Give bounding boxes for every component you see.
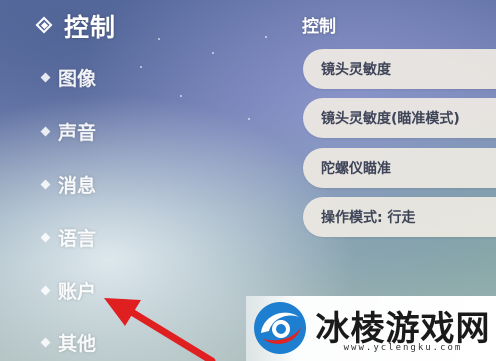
diamond-bullet-icon (40, 179, 51, 189)
swirl-logo-icon (254, 302, 306, 354)
setting-label: 镜头灵敏度(瞄准模式) (321, 111, 460, 127)
background-star (158, 38, 160, 40)
sidebar-item-message[interactable]: 消息 (34, 168, 96, 200)
sidebar-item-image[interactable]: 图像 (34, 61, 96, 93)
sidebar-item-other[interactable]: 其他 (34, 326, 96, 358)
setting-label: 陀螺仪瞄准 (321, 161, 391, 177)
sidebar-item-label: 账户 (58, 280, 97, 303)
sidebar-title: 控制 (64, 13, 117, 42)
setting-camera-sensitivity[interactable]: 镜头灵敏度 (303, 49, 496, 89)
background-star (180, 95, 182, 97)
setting-label: 镜头灵敏度 (321, 62, 391, 78)
diamond-bullet-icon (40, 337, 51, 347)
diamond-outline-icon (34, 15, 56, 37)
sidebar-header[interactable]: 控制 (34, 9, 116, 43)
background-star (265, 36, 267, 38)
setting-label: 操作模式: 行走 (321, 210, 416, 226)
diamond-bullet-icon (40, 285, 51, 295)
sidebar-item-label: 其他 (58, 332, 97, 355)
sidebar-item-sound[interactable]: 声音 (34, 115, 96, 147)
background-star (212, 52, 214, 54)
background-star (248, 118, 250, 120)
sidebar-item-account[interactable]: 账户 (34, 274, 96, 306)
section-title: 控制 (302, 17, 336, 37)
sidebar-item-label: 语言 (58, 227, 97, 250)
diamond-bullet-icon (40, 126, 51, 136)
sidebar-item-label: 声音 (58, 121, 97, 144)
sidebar-item-label: 图像 (58, 67, 97, 90)
sidebar-item-label: 消息 (58, 174, 97, 197)
setting-gyro-aim[interactable]: 陀螺仪瞄准 (303, 148, 496, 188)
background-star (140, 66, 142, 68)
setting-camera-sensitivity-aim[interactable]: 镜头灵敏度(瞄准模式) (303, 98, 496, 138)
setting-control-mode[interactable]: 操作模式: 行走 (303, 197, 496, 237)
sidebar-item-language[interactable]: 语言 (34, 221, 96, 253)
watermark: 冰棱游戏网 www.yclengku.com (246, 296, 496, 361)
watermark-url: www.yclengku.com (343, 343, 463, 353)
diamond-bullet-icon (40, 232, 51, 242)
diamond-bullet-icon (40, 72, 51, 82)
